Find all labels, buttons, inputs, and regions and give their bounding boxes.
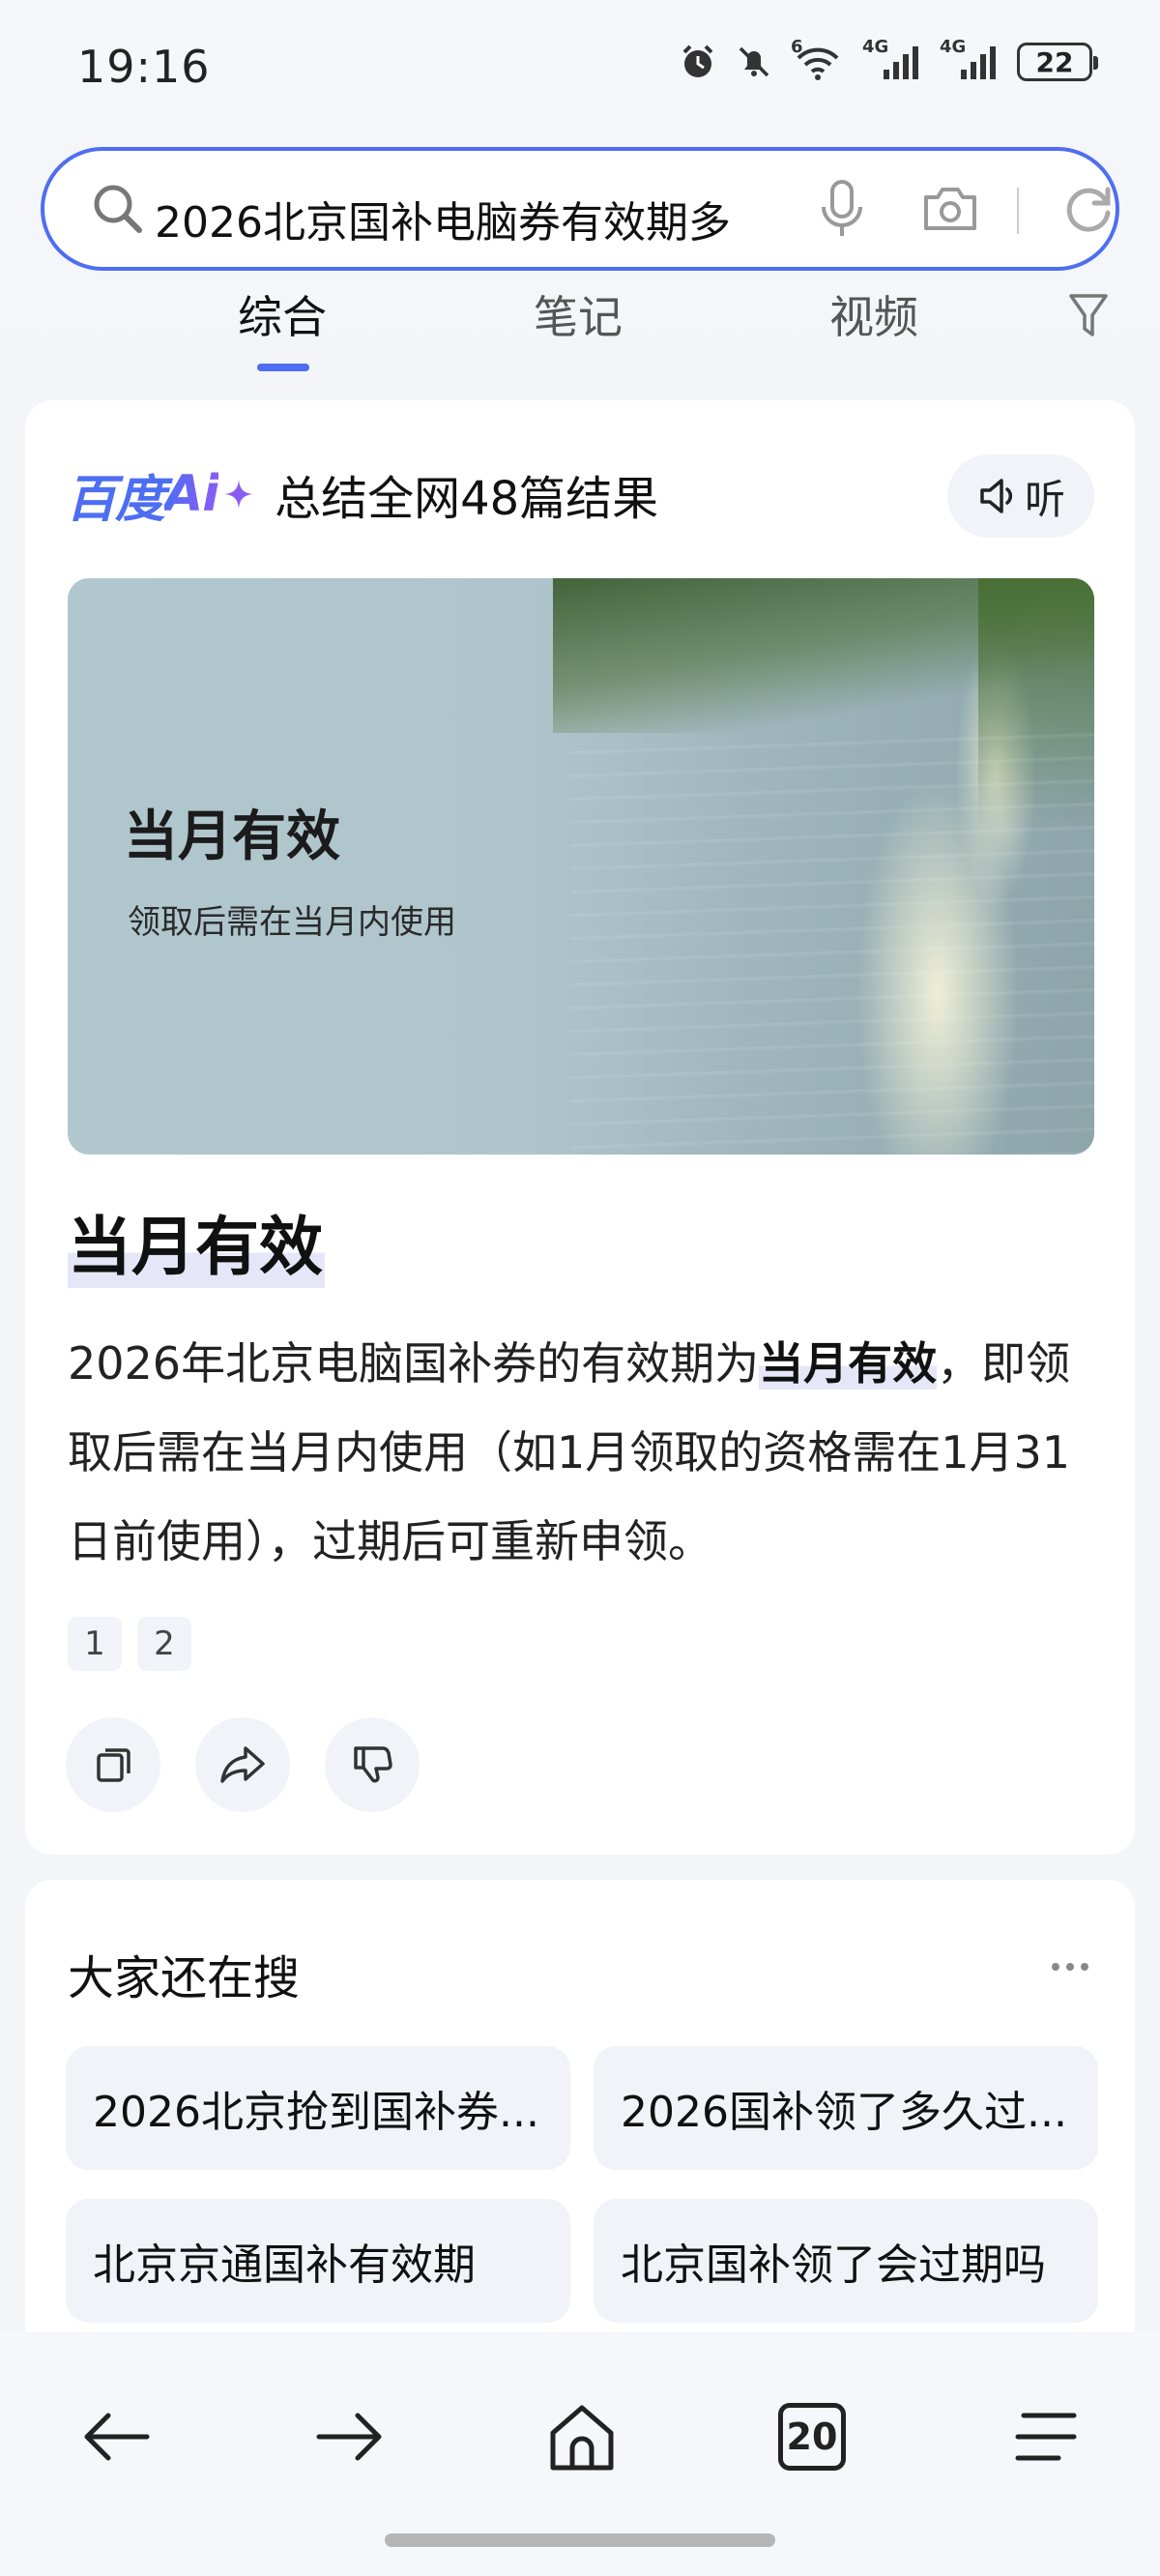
related-chip[interactable]: 北京京通国补有效期 (66, 2199, 570, 2323)
speaker-icon (980, 479, 1013, 513)
search-icon (94, 185, 142, 233)
microphone-icon[interactable] (818, 178, 866, 242)
battery-icon: 22 (1017, 43, 1098, 81)
hero-subtitle: 领取后需在当月内使用 (128, 903, 456, 942)
reference-list: 1 2 (68, 1617, 191, 1671)
search-divider (1017, 188, 1019, 234)
battery-level: 22 (1035, 45, 1074, 78)
search-bar[interactable]: 2026北京国补电脑券有效期多 (41, 147, 1119, 271)
tab-comprehensive[interactable]: 综合 (238, 282, 327, 346)
answer-text-1: 2026年北京电脑国补券的有效期为 (68, 1337, 760, 1390)
baidu-ai-logo: 百度 Ai (66, 458, 255, 531)
home-indicator[interactable] (385, 2533, 775, 2547)
camera-icon[interactable] (920, 182, 980, 236)
answer-title: 当月有效 (68, 1195, 325, 1288)
dislike-button[interactable] (325, 1717, 420, 1812)
hero-water-ripples (570, 733, 1094, 1155)
search-input[interactable]: 2026北京国补电脑券有效期多 (155, 188, 793, 249)
forward-arrow-icon (316, 2413, 382, 2461)
more-options-icon[interactable] (1052, 1963, 1088, 1971)
back-button[interactable] (68, 2388, 164, 2485)
signal-2: 4G (940, 37, 1000, 81)
wifi-icon (797, 47, 839, 80)
tab-videos[interactable]: 视频 (829, 282, 918, 346)
menu-button[interactable] (998, 2388, 1094, 2485)
status-icons: 6 4G 4G 22 (679, 37, 1098, 81)
ai-summary-label: 总结全网48篇结果 (275, 472, 659, 526)
answer-highlight: 当月有效 (759, 1337, 938, 1390)
summary-hero-image[interactable]: 当月有效 领取后需在当月内使用 (68, 578, 1094, 1155)
answer-actions (66, 1717, 420, 1812)
copy-button[interactable] (66, 1717, 160, 1812)
status-time: 19:16 (77, 41, 211, 93)
share-button[interactable] (195, 1717, 290, 1812)
thumbs-down-icon (354, 1746, 392, 1783)
hero-title: 当月有效 (124, 805, 340, 868)
signal-icon (884, 46, 918, 79)
forward-button[interactable] (302, 2388, 398, 2485)
back-arrow-icon (84, 2413, 150, 2461)
ai-header: 百度 Ai 总结全网48篇结果 (66, 458, 659, 531)
share-icon (220, 1746, 265, 1783)
copy-icon (97, 1748, 130, 1782)
mute-bell-icon (739, 46, 769, 77)
signal-1: 4G (862, 37, 922, 81)
refresh-icon[interactable] (1059, 180, 1117, 238)
result-tabs: 综合 笔记 视频 (0, 282, 1160, 379)
related-chip[interactable]: 2026北京抢到国补券... (66, 2046, 570, 2170)
alarm-icon (682, 44, 713, 77)
wifi-indicator: 6 (791, 37, 845, 81)
logo-prefix: 百度 (66, 470, 165, 529)
tab-count: 20 (778, 2403, 846, 2471)
home-button[interactable] (534, 2388, 630, 2485)
active-tab-indicator (257, 364, 309, 371)
signal-icon (961, 46, 996, 79)
listen-button[interactable]: 听 (947, 454, 1094, 538)
sparkle-icon (224, 480, 254, 509)
related-chip[interactable]: 北京国补领了会过期吗 (594, 2199, 1098, 2323)
tabs-button[interactable]: 20 (764, 2388, 860, 2485)
tab-notes[interactable]: 笔记 (534, 282, 623, 346)
reference-2[interactable]: 2 (137, 1617, 191, 1671)
ai-summary-card: 百度 Ai 总结全网48篇结果 听 当月有效 领取后需在当月内使用 当月有效 2… (25, 400, 1135, 1855)
reference-1[interactable]: 1 (68, 1617, 122, 1671)
home-icon (550, 2405, 614, 2471)
related-chip[interactable]: 2026国补领了多久过... (594, 2046, 1098, 2170)
menu-icon (1015, 2413, 1077, 2461)
answer-body: 2026年北京电脑国补券的有效期为当月有效，即领取后需在当月内使用（如1月领取的… (68, 1319, 1102, 1586)
logo-ai: Ai (164, 465, 219, 523)
listen-label: 听 (1024, 475, 1065, 523)
status-bar: 19:16 6 4G 4G 22 (0, 0, 1160, 145)
filter-icon[interactable] (1067, 290, 1110, 342)
related-title: 大家还在搜 (68, 1951, 301, 2005)
